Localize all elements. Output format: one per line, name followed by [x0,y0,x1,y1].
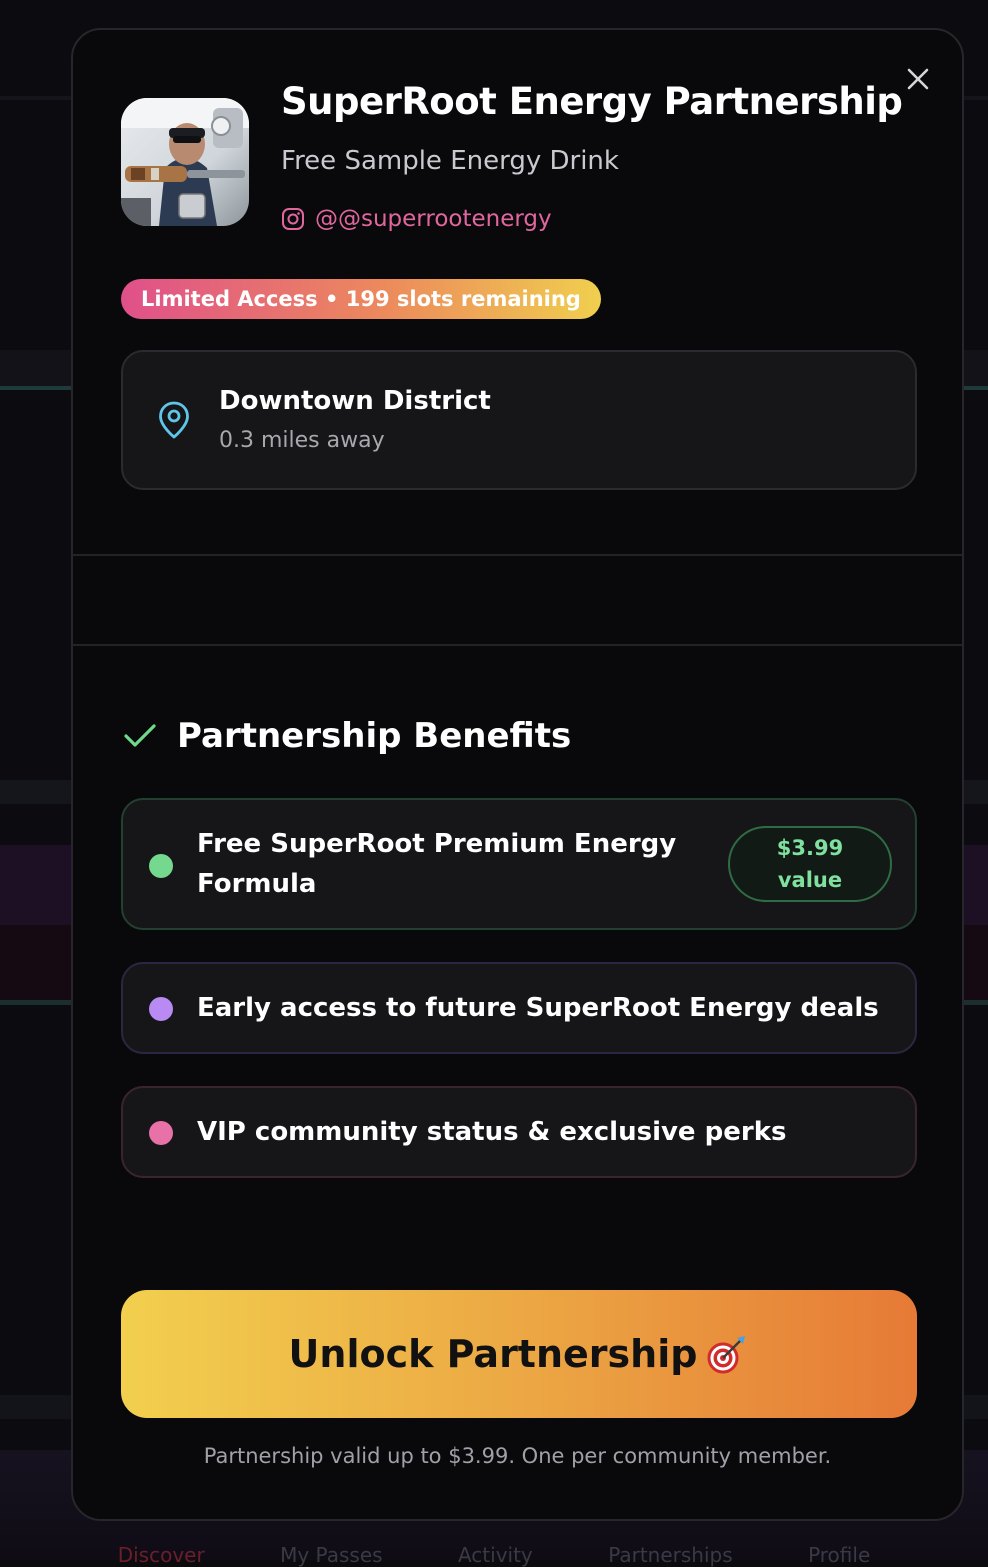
nav-item-my-passes: My Passes [280,1543,383,1567]
unlock-partnership-button[interactable]: Unlock Partnership [121,1290,917,1418]
benefit-text-line: Free SuperRoot Premium Energy [197,829,677,859]
instagram-link[interactable]: @@superrootenergy [281,206,552,232]
benefit-dot [149,854,173,878]
map-pin-icon [157,400,191,444]
benefit-text: VIP community status & exclusive perks [197,1117,787,1147]
terms-footnote: Partnership valid up to $3.99. One per c… [203,1444,832,1468]
benefit-dot [149,1121,173,1145]
instagram-icon [282,208,304,230]
location-card: Downtown District 0.3 miles away [121,350,917,490]
check-icon [124,724,156,747]
nav-item-partnerships: Partnerships [608,1543,733,1567]
benefit-dot [149,997,173,1021]
unlock-button-label: Unlock Partnership [288,1332,698,1376]
benefits-heading-text: Partnership Benefits [177,716,572,756]
location-name: Downtown District [219,386,491,416]
limited-access-badge: Limited Access • 199 slots remaining [121,279,601,319]
close-icon [907,68,929,90]
avatar-photo [121,98,249,226]
location-distance: 0.3 miles away [219,428,385,453]
value-amount: $3.99 [776,836,844,860]
benefit-item: VIP community status & exclusive perks [121,1086,917,1178]
nav-item-activity: Activity [457,1543,533,1567]
nav-item-discover: Discover [117,1543,205,1567]
page-title: SuperRoot Energy Partnership [281,80,903,123]
benefit-item: Free SuperRoot Premium Energy Formula $3… [121,798,917,930]
benefit-text: Free SuperRoot Premium Energy Formula [197,824,676,904]
badge-text: Limited Access • 199 slots remaining [141,287,581,311]
benefit-text: Early access to future SuperRoot Energy … [197,993,879,1023]
section-divider [73,644,962,646]
instagram-handle: @@superrootenergy [315,206,552,232]
partnership-modal: SuperRoot Energy Partnership Free Sample… [71,28,964,1521]
benefit-text-line: Formula [197,869,317,899]
benefits-heading: Partnership Benefits [123,716,571,756]
close-button[interactable] [903,64,933,94]
benefit-item: Early access to future SuperRoot Energy … [121,962,917,1054]
brand-avatar [121,98,249,226]
value-badge: $3.99 value [728,826,892,902]
value-label: value [777,868,843,892]
nav-item-profile: Profile [808,1543,871,1567]
target-icon [707,1336,746,1374]
section-divider [73,554,962,556]
page-subtitle: Free Sample Energy Drink [281,146,619,176]
